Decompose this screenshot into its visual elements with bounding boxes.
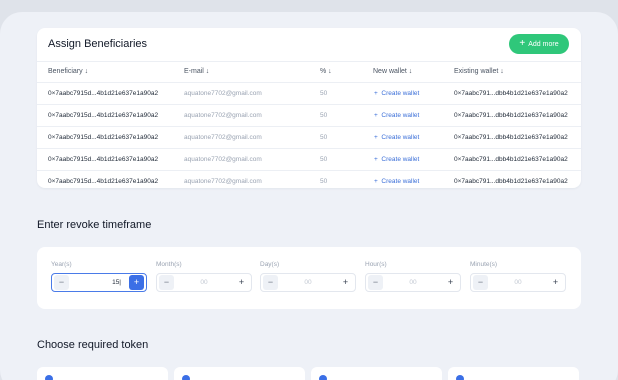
plus-icon[interactable]: + [338,275,353,290]
timeframe-card: Year(s) − 15| + Month(s) − 00 + Day(s) −… [37,247,581,309]
table-row: 0×7aabc7915d...4b1d21e637e1a90a2 aquaton… [37,105,581,127]
years-label: Year(s) [51,261,72,268]
beneficiaries-title: Assign Beneficiaries [48,38,148,50]
existing-wallet-address: 0×7aabc791...dbb4b1d21e637e1a90a2 [454,178,568,185]
years-stepper[interactable]: − 15| + [51,273,147,292]
days-field: Day(s) − 00 + [260,261,356,292]
plus-icon: + [374,134,378,141]
months-stepper[interactable]: − 00 + [156,273,252,292]
token-card[interactable] [448,367,579,380]
existing-wallet-address: 0×7aabc791...dbb4b1d21e637e1a90a2 [454,90,568,97]
hours-stepper[interactable]: − 00 + [365,273,461,292]
days-stepper[interactable]: − 00 + [260,273,356,292]
create-wallet-label: Create wallet [381,134,420,141]
token-card[interactable] [37,367,168,380]
beneficiary-address: 0×7aabc7915d...4b1d21e637e1a90a2 [48,178,159,185]
beneficiary-email: aquatone7702@gmail.com [184,90,262,97]
plus-icon[interactable]: + [234,275,249,290]
minus-icon[interactable]: − [159,275,174,290]
beneficiary-address: 0×7aabc7915d...4b1d21e637e1a90a2 [48,134,159,141]
beneficiaries-card: Assign Beneficiaries + Add more Benefici… [37,28,581,188]
plus-icon[interactable]: + [129,275,144,290]
minus-icon[interactable]: − [473,275,488,290]
beneficiary-address: 0×7aabc7915d...4b1d21e637e1a90a2 [48,90,159,97]
existing-wallet-address: 0×7aabc791...dbb4b1d21e637e1a90a2 [454,156,568,163]
token-icon [456,375,464,380]
add-more-label: Add more [528,40,559,48]
table-header: Beneficiary ↓ E-mail ↓ % ↓ New wallet ↓ … [37,61,581,83]
token-card[interactable] [174,367,305,380]
minutes-input[interactable]: 00 [488,279,548,286]
col-beneficiary[interactable]: Beneficiary ↓ [48,68,88,75]
create-wallet-label: Create wallet [381,156,420,163]
token-card[interactable] [311,367,442,380]
add-more-button[interactable]: + Add more [509,34,569,54]
beneficiary-percent: 50 [320,90,328,97]
beneficiary-email: aquatone7702@gmail.com [184,112,262,119]
beneficiary-email: aquatone7702@gmail.com [184,156,262,163]
create-wallet-link[interactable]: + Create wallet [374,112,419,119]
existing-wallet-address: 0×7aabc791...dbb4b1d21e637e1a90a2 [454,112,568,119]
beneficiary-email: aquatone7702@gmail.com [184,178,262,185]
beneficiary-email: aquatone7702@gmail.com [184,134,262,141]
hours-label: Hour(s) [365,261,387,268]
token-icon [319,375,327,380]
plus-icon: + [374,90,378,97]
months-field: Month(s) − 00 + [156,261,252,292]
plus-icon: + [519,38,526,49]
col-new-wallet[interactable]: New wallet ↓ [373,68,412,75]
minus-icon[interactable]: − [368,275,383,290]
days-label: Day(s) [260,261,280,268]
table-row: 0×7aabc7915d...4b1d21e637e1a90a2 aquaton… [37,171,581,193]
plus-icon[interactable]: + [548,275,563,290]
create-wallet-link[interactable]: + Create wallet [374,90,419,97]
col-existing-wallet[interactable]: Existing wallet ↓ [454,68,504,75]
minus-icon[interactable]: − [54,275,69,290]
create-wallet-link[interactable]: + Create wallet [374,178,419,185]
col-email[interactable]: E-mail ↓ [184,68,209,75]
minutes-label: Minute(s) [470,261,498,268]
token-title: Choose required token [37,339,149,351]
create-wallet-link[interactable]: + Create wallet [374,134,419,141]
col-percent[interactable]: % ↓ [320,68,332,75]
hours-input[interactable]: 00 [383,279,443,286]
years-field: Year(s) − 15| + [51,261,147,292]
minutes-stepper[interactable]: − 00 + [470,273,566,292]
beneficiary-percent: 50 [320,156,328,163]
months-input[interactable]: 00 [174,279,234,286]
create-wallet-label: Create wallet [381,112,420,119]
timeframe-title: Enter revoke timeframe [37,219,152,231]
beneficiary-percent: 50 [320,134,328,141]
plus-icon: + [374,156,378,163]
minutes-field: Minute(s) − 00 + [470,261,566,292]
create-wallet-link[interactable]: + Create wallet [374,156,419,163]
plus-icon[interactable]: + [443,275,458,290]
token-icon [182,375,190,380]
beneficiary-address: 0×7aabc7915d...4b1d21e637e1a90a2 [48,156,159,163]
token-icon [45,375,53,380]
days-input[interactable]: 00 [278,279,338,286]
beneficiary-address: 0×7aabc7915d...4b1d21e637e1a90a2 [48,112,159,119]
create-wallet-label: Create wallet [381,178,420,185]
hours-field: Hour(s) − 00 + [365,261,461,292]
table-row: 0×7aabc7915d...4b1d21e637e1a90a2 aquaton… [37,149,581,171]
table-row: 0×7aabc7915d...4b1d21e637e1a90a2 aquaton… [37,83,581,105]
months-label: Month(s) [156,261,182,268]
create-wallet-label: Create wallet [381,90,420,97]
existing-wallet-address: 0×7aabc791...dbb4b1d21e637e1a90a2 [454,134,568,141]
minus-icon[interactable]: − [263,275,278,290]
years-input[interactable]: 15| [69,279,129,286]
table-row: 0×7aabc7915d...4b1d21e637e1a90a2 aquaton… [37,127,581,149]
beneficiary-percent: 50 [320,178,328,185]
plus-icon: + [374,112,378,119]
plus-icon: + [374,178,378,185]
beneficiary-percent: 50 [320,112,328,119]
